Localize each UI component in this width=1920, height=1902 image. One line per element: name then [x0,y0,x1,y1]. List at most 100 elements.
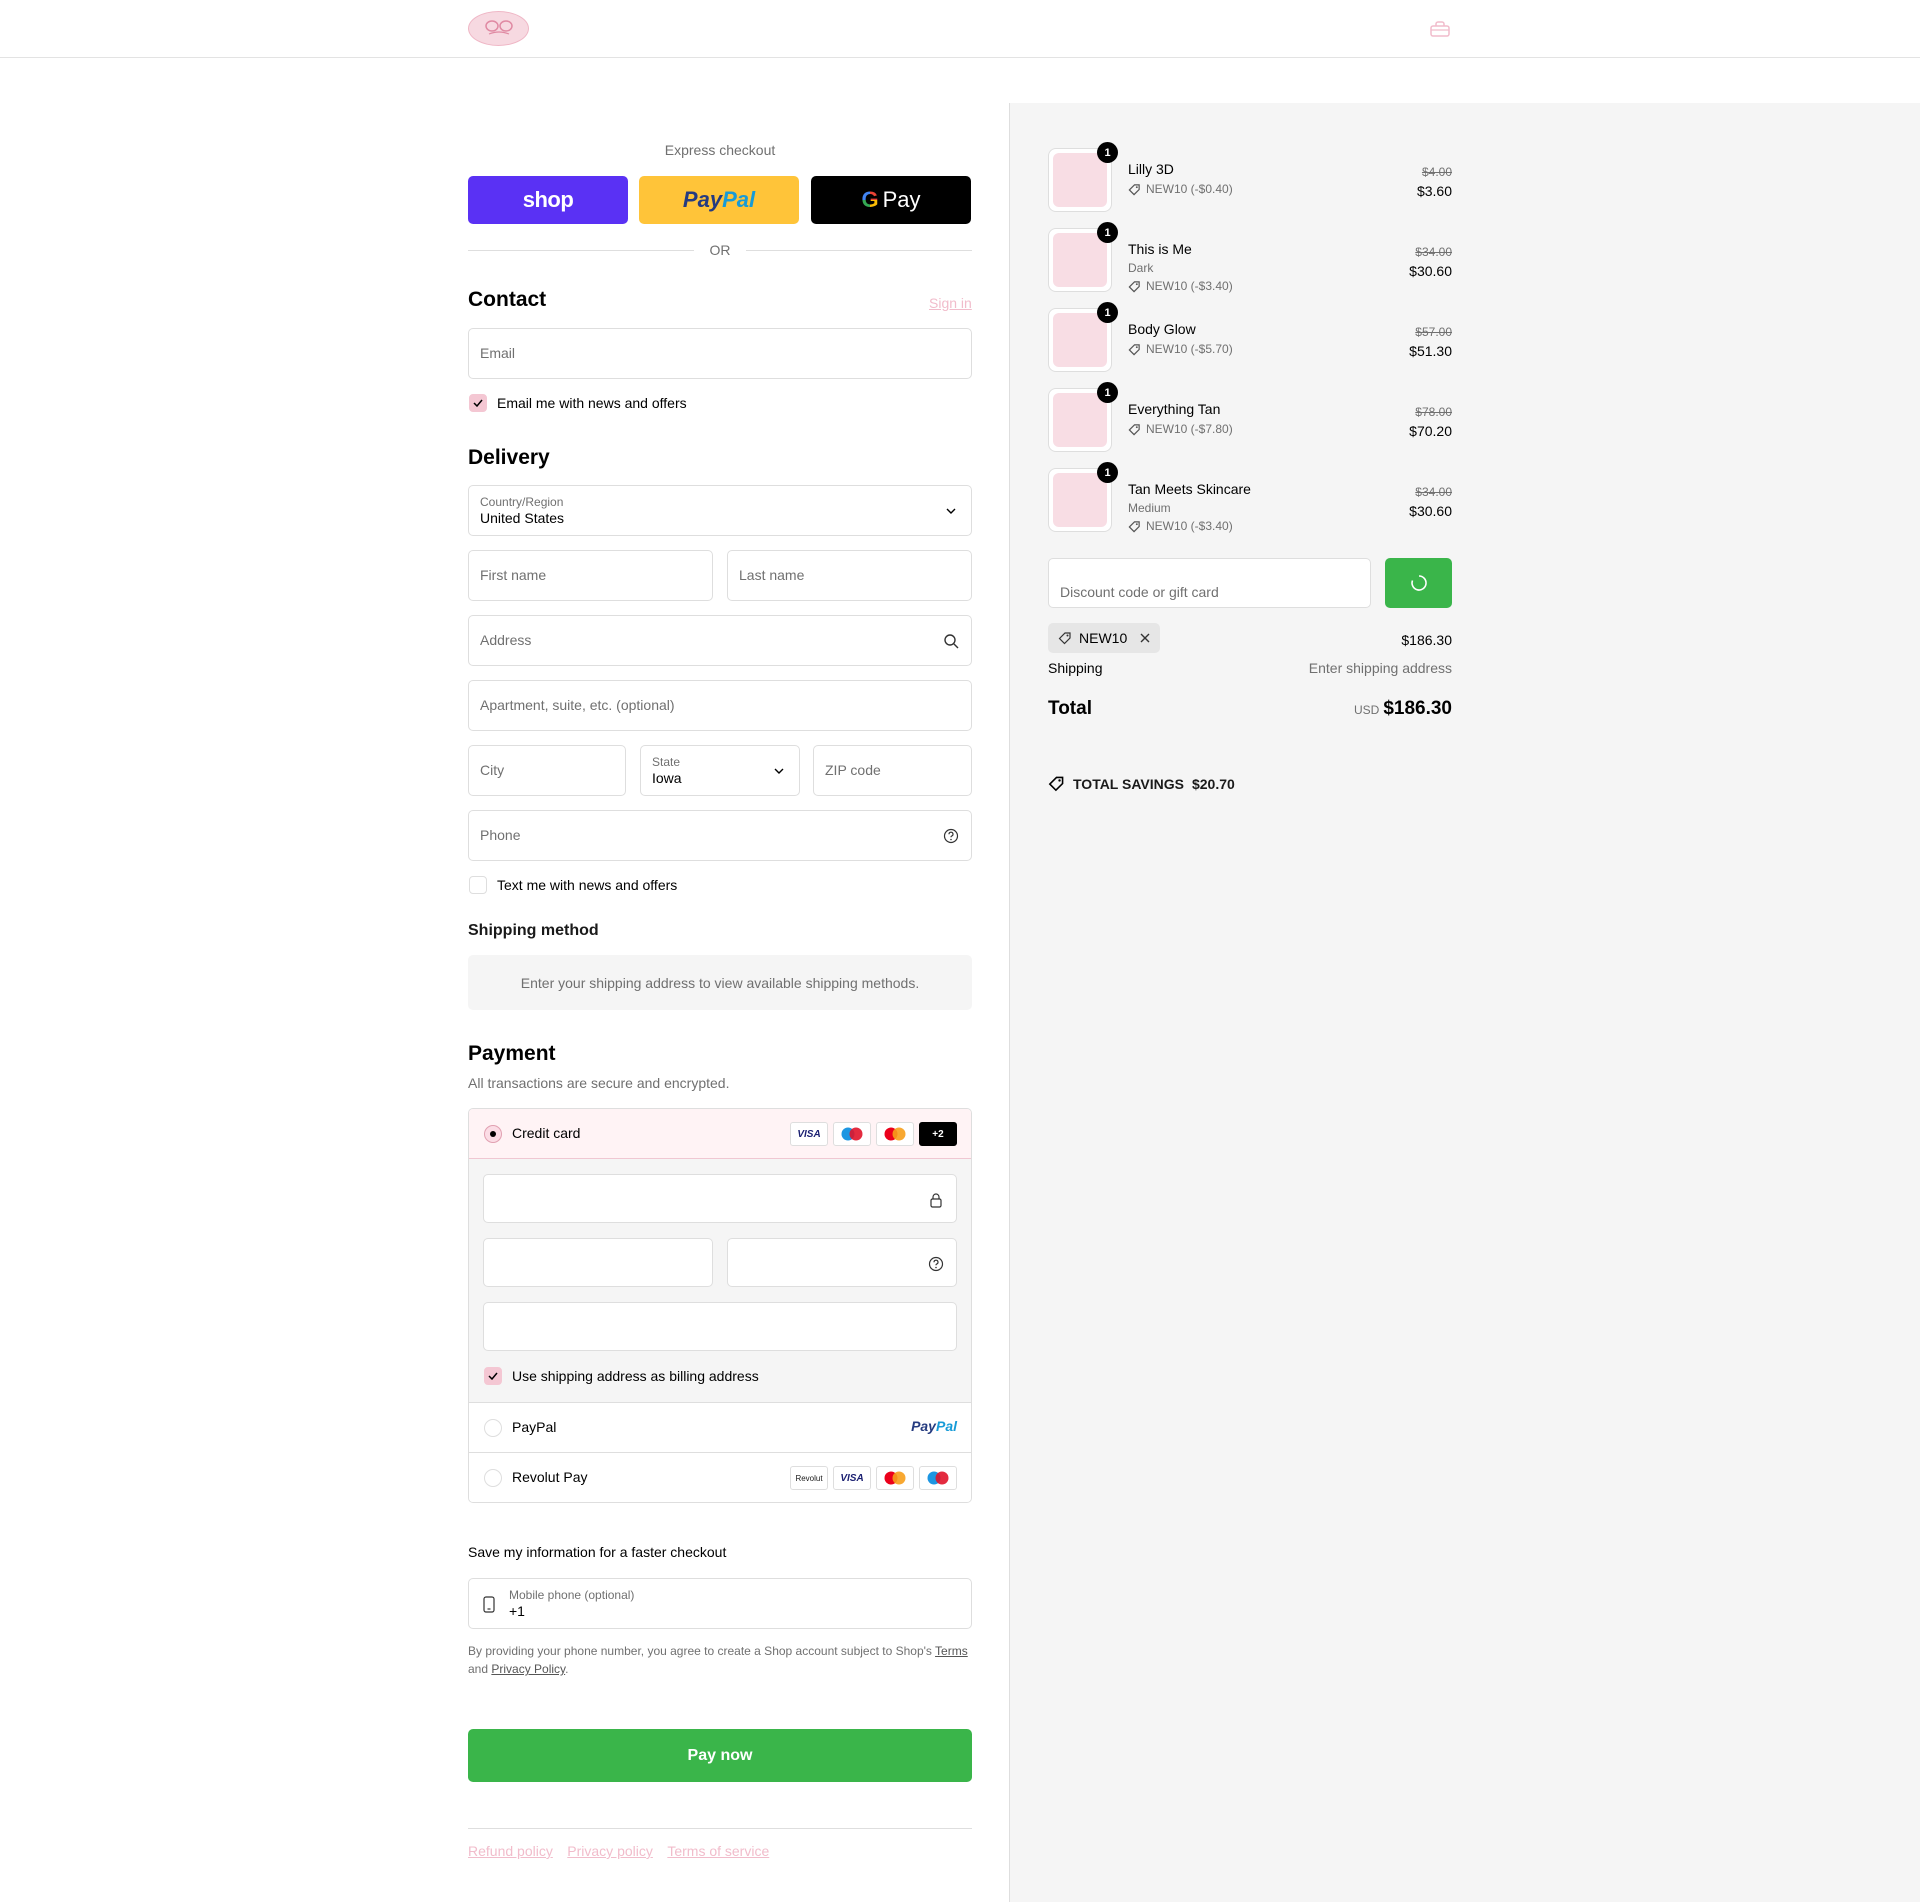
brand-logo[interactable] [468,11,529,46]
total-savings: TOTAL SAVINGS $20.70 [1048,775,1235,792]
lock-icon [930,1193,942,1208]
product-original-price: $34.00 [1415,485,1452,499]
product-price: $30.60 [1409,503,1452,519]
email-field[interactable]: Email [468,328,972,379]
product-discount: NEW10 (-$3.40) [1128,279,1233,293]
product-discount: NEW10 (-$3.40) [1128,519,1233,533]
expiration-field[interactable] [483,1238,713,1287]
first-name-placeholder: First name [480,567,547,583]
paypal-radio[interactable] [484,1419,502,1437]
product-name: Body Glow [1128,321,1196,337]
product-price: $51.30 [1409,343,1452,359]
product-image [1053,153,1107,207]
product-discount: NEW10 (-$0.40) [1128,182,1233,196]
phone-field[interactable]: Phone [468,810,972,861]
google-pay-button[interactable]: G Pay [811,176,971,224]
address-placeholder: Address [480,632,532,648]
product-variant: Dark [1128,261,1154,275]
pay-now-button[interactable]: Pay now [468,1729,972,1782]
credit-card-label: Credit card [512,1125,581,1141]
card-number-field[interactable] [483,1174,957,1223]
billing-same-checkbox[interactable] [484,1367,502,1385]
quantity-badge: 1 [1097,302,1118,323]
product-thumbnail: 1 [1048,142,1118,212]
last-name-field[interactable]: Last name [727,550,972,601]
mastercard-icon [876,1466,914,1490]
country-value: United States [480,510,565,526]
country-label: Country/Region [480,495,564,509]
visa-icon: VISA [790,1122,828,1146]
newsletter-checkbox[interactable] [469,394,487,412]
total-amount: USD $186.30 [1252,698,1452,720]
sms-checkbox[interactable] [469,876,487,894]
paypal-express-button[interactable]: Pay Pal [639,176,799,224]
applied-discount-tag: NEW10 [1048,623,1160,653]
product-original-price: $4.00 [1421,165,1452,179]
credit-card-option[interactable]: Credit card VISA +2 [469,1109,971,1159]
revolut-option-label: Revolut Pay [512,1469,588,1485]
privacy-policy-footer-link[interactable]: Privacy policy [567,1843,653,1859]
product-thumbnail: 1 [1048,222,1118,292]
credit-card-radio[interactable] [484,1125,502,1143]
product-image [1053,473,1107,527]
country-select[interactable]: Country/Region United States [468,485,972,536]
help-icon[interactable] [943,828,959,844]
mobile-icon [483,1596,495,1613]
site-header [0,0,1920,58]
shop-pay-button[interactable]: shop [468,176,628,224]
legal-text-2: and [468,1662,492,1676]
first-name-field[interactable]: First name [468,550,713,601]
product-original-price: $78.00 [1415,405,1452,419]
maestro-icon [833,1122,871,1146]
credit-card-form: Use shipping address as billing address [469,1159,971,1402]
bag-icon[interactable] [1430,21,1450,37]
address-field[interactable]: Address [468,615,972,666]
security-code-field[interactable] [727,1238,957,1287]
zip-field[interactable]: ZIP code [813,745,972,796]
order-summary-panel [1009,103,1920,1902]
check-icon [488,1372,498,1380]
mobile-value: +1 [509,1603,525,1619]
help-icon[interactable] [928,1256,944,1272]
paypal-logo-pal: Pal [935,1418,957,1434]
shipping-notice-text: Enter your shipping address to view avai… [520,974,920,991]
or-text: OR [709,242,731,258]
paypal-option[interactable]: PayPal PayPal [469,1402,971,1452]
apply-discount-button[interactable] [1385,558,1452,608]
discount-placeholder: Discount code or gift card [1060,584,1219,600]
product-name: Everything Tan [1128,401,1221,417]
payment-heading: Payment [468,1042,556,1065]
mobile-label: Mobile phone (optional) [509,1588,635,1602]
paypal-label-pal: Pal [722,187,756,212]
applied-code-text: NEW10 [1079,630,1128,646]
sign-in-link[interactable]: Sign in [929,295,972,311]
subtotal-value: $186.30 [1401,632,1452,648]
footer-divider [468,1828,972,1829]
discount-code-field[interactable]: Discount code or gift card [1048,558,1371,608]
save-info-heading: Save my information for a faster checkou… [468,1544,727,1560]
mobile-phone-field[interactable]: Mobile phone (optional) +1 [468,1578,972,1629]
close-icon[interactable] [1139,632,1151,644]
check-icon [473,399,483,407]
terms-link[interactable]: Terms [935,1644,968,1658]
maestro-icon [919,1466,957,1490]
phone-placeholder: Phone [480,827,521,843]
total-currency: USD [1353,703,1380,717]
state-select[interactable]: State Iowa [640,745,800,796]
terms-of-service-link[interactable]: Terms of service [667,1843,769,1859]
revolut-icon: Revolut [790,1466,828,1490]
name-on-card-field[interactable] [483,1302,957,1351]
savings-value: $20.70 [1191,775,1235,792]
refund-policy-link[interactable]: Refund policy [468,1843,553,1859]
city-field[interactable]: City [468,745,626,796]
product-variant: Medium [1128,501,1171,515]
product-discount-text: NEW10 (-$3.40) [1146,519,1233,533]
payment-subtitle: All transactions are secure and encrypte… [468,1075,730,1091]
product-discount: NEW10 (-$5.70) [1128,342,1233,356]
product-discount-text: NEW10 (-$5.70) [1146,342,1233,356]
apartment-field[interactable]: Apartment, suite, etc. (optional) [468,680,972,731]
city-placeholder: City [480,762,505,778]
privacy-policy-link[interactable]: Privacy Policy [491,1662,565,1676]
revolut-option[interactable]: Revolut Pay Revolut VISA [469,1452,971,1502]
revolut-radio[interactable] [484,1469,502,1487]
